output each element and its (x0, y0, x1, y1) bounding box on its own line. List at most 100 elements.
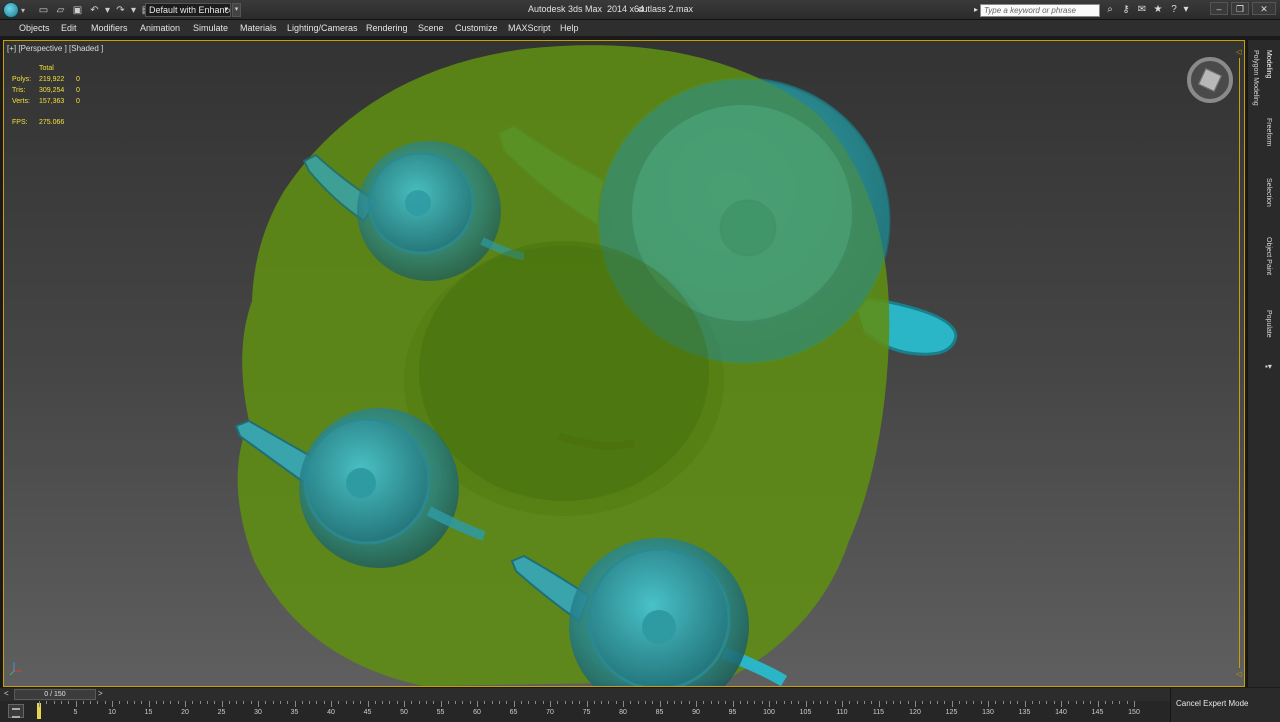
tick-label: 15 (144, 709, 153, 716)
tick-mark (97, 701, 99, 704)
tick-mark (1082, 701, 1084, 704)
track-bar[interactable]: 5 10 15 20 25 30 35 40 45 50 55 60 65 70 75 80 85 90 95 100… (0, 701, 1170, 722)
menu-help[interactable]: Help (560, 23, 579, 33)
expand-down-icon[interactable]: ◁ (1236, 670, 1241, 678)
tick-mark (703, 701, 705, 704)
tick-mark (1039, 701, 1041, 704)
tick-mark (287, 701, 289, 704)
tab-object-paint[interactable]: Object Paint (1265, 237, 1272, 275)
stats-key: Polys: (12, 76, 32, 83)
menu-objects[interactable]: Objects (19, 23, 50, 33)
undo-dropdown-icon[interactable]: ▾ (104, 3, 111, 18)
chevron-down-icon: ▾ (224, 6, 228, 13)
time-slider-next-button[interactable]: > (98, 689, 103, 698)
tick-label: 65 (509, 709, 518, 716)
tab-freeform[interactable]: Freeform (1265, 118, 1272, 146)
communication-center-icon[interactable]: ✉ (1134, 3, 1150, 17)
scene-render[interactable] (4, 41, 1245, 687)
mini-curve-editor-icon[interactable] (8, 704, 24, 718)
tick-mark (141, 701, 143, 704)
redo-dropdown-icon[interactable]: ▾ (130, 3, 137, 18)
tick-mark (1046, 701, 1048, 704)
stats-header: Total (39, 65, 54, 72)
expand-up-icon[interactable]: ◁ (1236, 48, 1241, 56)
viewcube[interactable] (1187, 57, 1233, 103)
tick-mark (90, 701, 92, 704)
time-slider-thumb[interactable]: 0 / 150 (14, 689, 96, 700)
menu-simulate[interactable]: Simulate (193, 23, 228, 33)
tick-label: 105 (799, 709, 812, 716)
tick-label: 100 (763, 709, 775, 716)
stats-total: 309,254 (39, 87, 65, 94)
ribbon-options-icon[interactable]: ▪▾ (1265, 362, 1272, 371)
close-icon[interactable]: ✕ (1252, 2, 1276, 15)
redo-icon[interactable]: ↷ (113, 3, 128, 18)
menu-maxscript[interactable]: MAXScript (508, 23, 551, 33)
tick-mark (1134, 701, 1135, 707)
menu-lighting-cameras[interactable]: Lighting/Cameras (287, 23, 358, 33)
cancel-expert-mode-button[interactable]: Cancel Expert Mode (1176, 699, 1248, 708)
tick-mark (177, 701, 179, 704)
ribbon-panel: Modeling Polygon Modeling Freeform Selec… (1247, 40, 1280, 687)
tick-mark (834, 701, 836, 704)
tick-label: 35 (290, 709, 299, 716)
application-button[interactable]: ▾ (3, 2, 31, 18)
tick-mark (352, 701, 354, 704)
tick-mark (710, 701, 712, 704)
tick-mark (644, 701, 646, 704)
help-icon[interactable]: ? (1166, 3, 1182, 17)
menu-animation[interactable]: Animation (140, 23, 180, 33)
save-file-icon[interactable]: ▣ (70, 3, 85, 18)
subscription-key-icon[interactable]: ⚷ (1118, 3, 1134, 17)
perspective-viewport[interactable]: [+] [Perspective ] [Shaded ] Total Polys… (3, 40, 1245, 687)
time-slider[interactable]: < 0 / 150 > (0, 688, 1170, 701)
menu-rendering[interactable]: Rendering (366, 23, 408, 33)
tick-label: 40 (327, 709, 335, 716)
tab-polygon-modeling[interactable]: Polygon Modeling (1252, 50, 1259, 106)
tab-populate[interactable]: Populate (1265, 310, 1272, 338)
viewcube-box-icon[interactable] (1198, 68, 1222, 92)
new-file-icon[interactable]: ▭ (36, 3, 51, 18)
tick-mark (1090, 701, 1092, 704)
tick-label: 145 (1091, 709, 1104, 716)
tick-label: 135 (1018, 709, 1031, 716)
tick-mark (615, 701, 617, 704)
tick-mark (1112, 701, 1114, 704)
tick-mark (681, 701, 683, 704)
workspace-menu-button[interactable]: ▾ (232, 3, 241, 17)
tick-mark (623, 701, 624, 707)
menu-scene[interactable]: Scene (418, 23, 444, 33)
workspace-dropdown[interactable]: Default with Enhance ▾ (145, 3, 231, 17)
tick-mark (1053, 701, 1055, 704)
search-input[interactable]: Type a keyword or phrase (980, 4, 1100, 17)
tick-label: 90 (692, 709, 700, 716)
stats-key: Verts: (12, 98, 30, 105)
tick-mark (893, 701, 895, 704)
minimize-icon[interactable]: – (1210, 2, 1228, 15)
help-dropdown-icon[interactable]: ▾ (1182, 3, 1190, 17)
stats-row-verts: Verts: 157,363 0 (12, 96, 86, 107)
tick-mark (1075, 701, 1077, 704)
menu-modifiers[interactable]: Modifiers (91, 23, 128, 33)
favorites-star-icon[interactable]: ★ (1150, 3, 1166, 17)
statistics-overlay: Total Polys: 219,922 0 Tris: 309,254 0 V… (12, 63, 86, 128)
viewport-label-menu[interactable]: [+] [Perspective ] [Shaded ] (7, 44, 103, 53)
tick-mark (564, 701, 566, 704)
undo-icon[interactable]: ↶ (87, 3, 102, 18)
binoculars-icon[interactable]: ⌕ (1102, 3, 1118, 17)
panel-resize-bar[interactable]: ◁ ◁ (1236, 48, 1244, 680)
tab-selection[interactable]: Selection (1265, 178, 1272, 207)
search-expand-icon[interactable]: ▸ (974, 5, 978, 14)
teapot-center-hidden (419, 241, 709, 501)
tick-mark (754, 701, 756, 704)
menu-edit[interactable]: Edit (61, 23, 77, 33)
fps-key: FPS: (12, 119, 28, 126)
menu-customize[interactable]: Customize (455, 23, 498, 33)
time-slider-prev-button[interactable]: < (4, 689, 9, 698)
menu-materials[interactable]: Materials (240, 23, 277, 33)
open-file-icon[interactable]: ▱ (53, 3, 68, 18)
tick-mark (185, 701, 186, 707)
tick-mark (579, 701, 581, 704)
tab-modeling[interactable]: Modeling (1265, 50, 1272, 78)
restore-icon[interactable]: ❐ (1231, 2, 1249, 15)
